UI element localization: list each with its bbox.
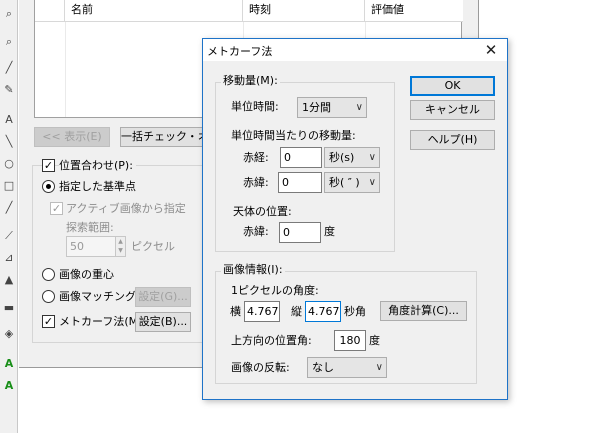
ra-unit-value: 秒(s)	[329, 151, 355, 164]
pixel-unit-label: ピクセル	[131, 240, 175, 253]
plot2-icon[interactable]: A	[1, 378, 17, 394]
up-angle-label: 上方向の位置角:	[231, 334, 312, 347]
centroid-radio[interactable]	[42, 268, 55, 281]
zoom-icon[interactable]: ⌕	[1, 6, 17, 22]
text-icon[interactable]: A	[1, 112, 17, 128]
dialog-titlebar[interactable]: メトカーフ法 ✕	[203, 39, 507, 62]
ref-star-label: 指定した基準点	[59, 180, 136, 193]
ok-button[interactable]: OK	[410, 76, 495, 96]
rect-icon[interactable]: □	[1, 178, 17, 194]
align-label: 位置合わせ(P):	[59, 159, 136, 173]
chevron-down-icon: ∨	[355, 102, 363, 113]
line-icon[interactable]: ╲	[1, 134, 17, 150]
up-angle-unit: 度	[369, 334, 380, 347]
active-image-checkbox[interactable]: ✓	[50, 202, 63, 215]
tool-palette: ⌕ ⌕ ╱ ✎ A ╲ ○ □ ╱ ⟋ ⊿ ▲ ▬ ◈ A A	[0, 0, 18, 433]
dec-unit-select[interactable]: 秒( ″ ) ∨	[324, 172, 380, 193]
mercator-checkbox[interactable]: ✓	[42, 315, 55, 328]
image-info-group-label: 画像情報(I):	[221, 263, 285, 277]
unit-time-label: 単位時間:	[231, 100, 279, 113]
centroid-label: 画像の重心	[59, 268, 114, 281]
chevron-down-icon: ∨	[375, 362, 383, 373]
matching-label: 画像マッチング	[59, 290, 136, 303]
pixel-angle-label: 1ピクセルの角度:	[231, 284, 319, 297]
dec-unit-value: 秒( ″ )	[329, 176, 360, 189]
help-button[interactable]: ヘルプ(H)	[410, 130, 495, 150]
align-checkbox[interactable]: ✓	[42, 159, 55, 172]
eyedropper-icon[interactable]: ⟋	[1, 228, 17, 244]
metcalf-dialog: メトカーフ法 ✕ 移動量(M): 単位時間: 1分間 ∨ 単位時間当たりの移動量…	[202, 38, 508, 400]
vert-label: 縦	[291, 305, 302, 318]
search-range-spinner[interactable]: ▲ ▼	[115, 236, 126, 257]
measure-icon[interactable]: ⊿	[1, 250, 17, 266]
batch-check-button[interactable]: 一括チェック・オン	[120, 127, 215, 147]
angle-calc-button[interactable]: 角度計算(C)...	[380, 301, 467, 321]
body-dec-input[interactable]: 0	[279, 222, 321, 243]
per-unit-label: 単位時間当たりの移動量:	[231, 129, 356, 142]
settings-g-button[interactable]: 設定(G)...	[135, 287, 191, 307]
chevron-down-icon: ∨	[368, 152, 376, 163]
column-check	[35, 0, 65, 22]
settings-b-button[interactable]: 設定(B)...	[135, 312, 191, 332]
active-image-label: アクティブ画像から指定	[66, 202, 186, 215]
column-divider	[65, 22, 66, 117]
circle-icon[interactable]: ○	[1, 156, 17, 172]
arcsec-label: 秒角	[344, 305, 366, 318]
ref-star-radio[interactable]	[42, 180, 55, 193]
movement-group-label: 移動量(M):	[221, 74, 280, 88]
pencil-icon[interactable]: ✎	[1, 82, 17, 98]
dialog-title: メトカーフ法	[207, 45, 273, 58]
matching-radio[interactable]	[42, 290, 55, 303]
zoom-icon[interactable]: ⌕	[1, 34, 17, 50]
ra-input[interactable]: 0	[280, 147, 322, 168]
ra-unit-select[interactable]: 秒(s) ∨	[324, 147, 380, 168]
dec-label: 赤緯:	[243, 176, 269, 189]
eraser-icon[interactable]: ▬	[1, 300, 17, 316]
chevron-down-icon: ∨	[368, 177, 376, 188]
body-dec-unit: 度	[324, 225, 335, 238]
dec-input[interactable]: 0	[278, 172, 322, 193]
search-range-label: 探索範囲:	[66, 221, 114, 234]
unit-time-select[interactable]: 1分間 ∨	[297, 97, 367, 118]
up-angle-input[interactable]: 180	[334, 330, 366, 351]
show-button[interactable]: << 表示(E)	[34, 127, 110, 147]
cancel-button[interactable]: キャンセル	[410, 100, 495, 120]
plot-icon[interactable]: A	[1, 356, 17, 372]
stamp-icon[interactable]: ▲	[1, 272, 17, 288]
body-pos-label: 天体の位置:	[233, 205, 292, 218]
search-range-input[interactable]: 50	[66, 236, 116, 257]
fill-icon[interactable]: ◈	[1, 326, 17, 342]
horiz-input[interactable]: 4.767	[244, 301, 280, 322]
ra-label: 赤経:	[243, 151, 269, 164]
horiz-label: 横	[230, 305, 241, 318]
unit-time-value: 1分間	[302, 101, 331, 114]
column-time[interactable]: 時刻	[243, 0, 365, 22]
mercator-label: メトカーフ法(M)	[59, 315, 143, 328]
column-score[interactable]: 評価値	[365, 0, 463, 22]
flip-label: 画像の反転:	[231, 361, 290, 374]
column-name[interactable]: 名前	[65, 0, 243, 22]
brush-icon[interactable]: ╱	[1, 200, 17, 216]
body-dec-label: 赤緯:	[243, 225, 269, 238]
vert-input[interactable]: 4.767	[305, 301, 341, 322]
pen-icon[interactable]: ╱	[1, 60, 17, 76]
close-icon[interactable]: ✕	[481, 40, 501, 60]
flip-select[interactable]: なし ∨	[307, 357, 387, 378]
flip-value: なし	[312, 361, 334, 374]
